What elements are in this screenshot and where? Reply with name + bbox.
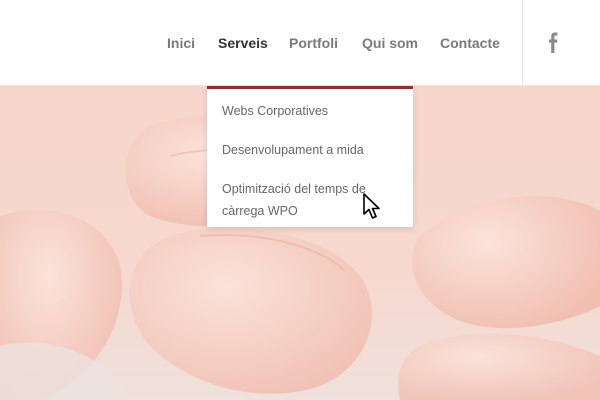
nav-item-serveis[interactable]: Serveis [218,35,268,51]
dropdown-item-optimitzacio-wpo[interactable]: Optimització del temps de càrrega WPO [222,178,366,222]
dropdown-item-webs-corporatives[interactable]: Webs Corporatives [222,100,328,122]
site-header: Inici Serveis Portfoli Qui som Contacte [0,0,600,86]
header-divider [522,0,523,86]
nav-item-portfoli[interactable]: Portfoli [289,35,338,51]
dropdown-item-desenvolupament-a-mida[interactable]: Desenvolupament a mida [222,139,364,161]
dropdown-item-label-line1: Optimització del temps de [222,182,366,196]
nav-item-inici[interactable]: Inici [167,35,195,51]
nav-item-qui-som[interactable]: Qui som [362,35,418,51]
nav-item-contacte[interactable]: Contacte [440,35,500,51]
facebook-icon[interactable] [545,32,561,54]
dropdown-item-label-line2: càrrega WPO [222,204,298,218]
mouse-pointer-icon [363,193,380,219]
